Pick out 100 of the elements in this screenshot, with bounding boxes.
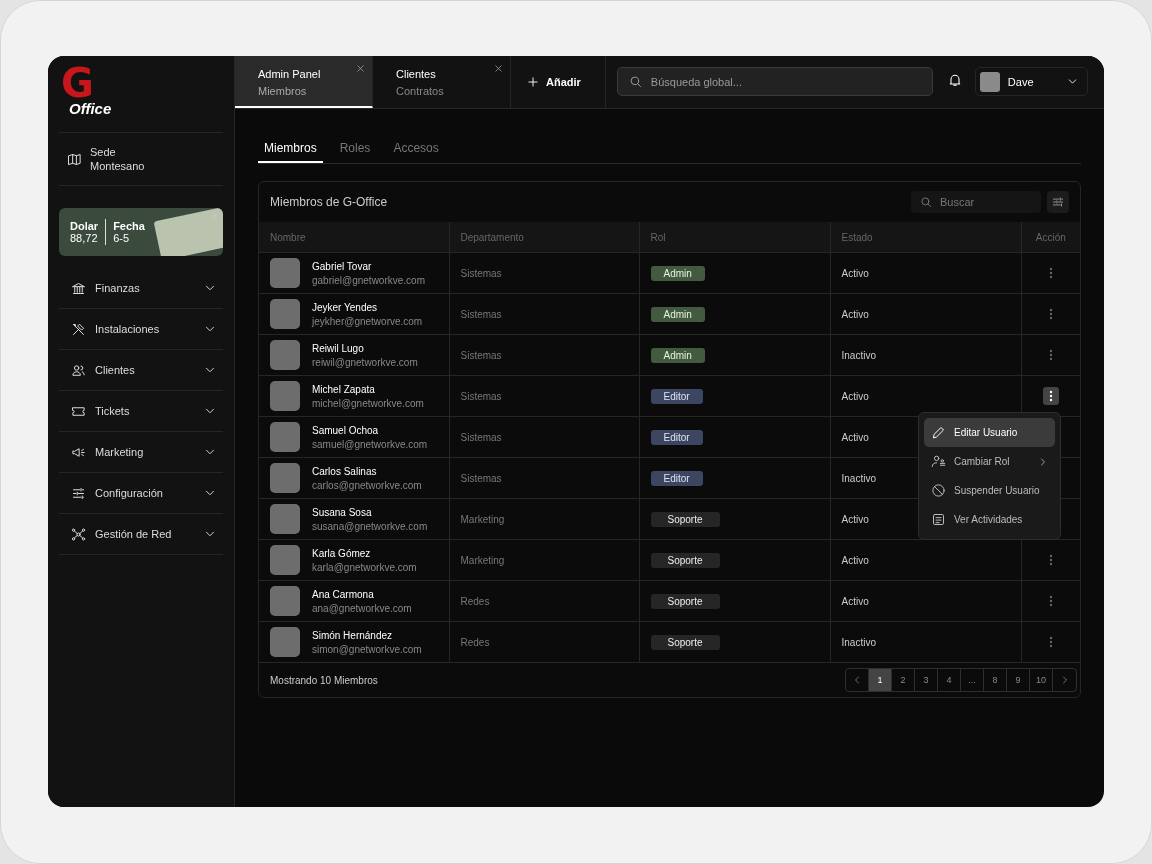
pencil-icon bbox=[931, 425, 946, 440]
user-menu-button[interactable]: Dave bbox=[974, 67, 1088, 96]
table-cell: Marketing bbox=[449, 539, 639, 581]
photo-placeholder bbox=[270, 627, 300, 657]
tab[interactable]: Admin Panel Miembros bbox=[235, 56, 373, 108]
sliders-icon bbox=[71, 485, 86, 501]
tab[interactable]: Clientes Contratos bbox=[373, 56, 511, 108]
member-name: Gabriel Tovar bbox=[312, 259, 373, 274]
more-button[interactable] bbox=[1042, 387, 1059, 405]
page-button[interactable]: 10 bbox=[1030, 669, 1053, 691]
member-email: susana@gnetworkve.com bbox=[312, 519, 428, 534]
map-icon bbox=[67, 151, 82, 167]
network-icon bbox=[71, 526, 86, 542]
table-cell: Sistemas bbox=[449, 416, 639, 458]
photo-placeholder bbox=[270, 340, 300, 370]
user-swap-icon bbox=[931, 454, 946, 469]
banknote-drawing bbox=[153, 208, 223, 256]
page-button[interactable]: 9 bbox=[1007, 669, 1030, 691]
member-name: Jeyker Yendes bbox=[312, 300, 379, 315]
role-badge: Soporte bbox=[650, 552, 720, 568]
column-header: Estado bbox=[830, 222, 1021, 253]
sidebar-item[interactable]: Marketing bbox=[59, 432, 223, 473]
page-button[interactable]: 1 bbox=[869, 669, 892, 691]
menu-item[interactable]: Suspender Usuario bbox=[924, 476, 1055, 505]
member-email: samuel@gnetworkve.com bbox=[312, 437, 428, 452]
avatar-placeholder bbox=[979, 71, 1000, 92]
kebab-icon bbox=[1048, 595, 1053, 607]
close-icon bbox=[355, 63, 366, 74]
sidebar-item[interactable]: Gestión de Red bbox=[59, 514, 223, 555]
search-field[interactable]: Búsqueda global... bbox=[616, 67, 933, 96]
menu-item[interactable]: Cambiar Rol bbox=[924, 447, 1055, 476]
kebab-icon bbox=[1048, 554, 1053, 566]
date-label: Fecha bbox=[113, 220, 145, 232]
logo-letter: G bbox=[61, 66, 94, 100]
member-name: Susana Sosa bbox=[312, 505, 373, 520]
tab[interactable]: Accesos bbox=[387, 135, 445, 163]
photo-placeholder bbox=[270, 258, 300, 288]
search-icon bbox=[919, 195, 933, 209]
tools-icon bbox=[71, 321, 86, 337]
photo-placeholder bbox=[270, 586, 300, 616]
column-header: Acción bbox=[1021, 222, 1080, 253]
role-badge: Soporte bbox=[650, 511, 720, 527]
member-name: Simón Hernández bbox=[312, 628, 394, 643]
kebab-icon bbox=[1048, 308, 1053, 320]
column-header: Nombre bbox=[259, 222, 449, 253]
table-cell: Activo bbox=[830, 539, 1021, 581]
search-field[interactable]: Buscar bbox=[911, 191, 1041, 213]
menu-item[interactable]: Editar Usuario bbox=[924, 418, 1055, 447]
photo-placeholder bbox=[270, 422, 300, 452]
dollar-value: 88,72 bbox=[70, 232, 98, 244]
photo-placeholder bbox=[270, 504, 300, 534]
plus-icon bbox=[526, 75, 540, 89]
exchange-rate-card[interactable]: Dolar 88,72 Fecha 6-5 bbox=[59, 208, 223, 256]
filter-button[interactable] bbox=[1047, 191, 1069, 213]
add-button[interactable]: Añadir bbox=[511, 56, 606, 108]
document-icon bbox=[931, 512, 946, 527]
page-button[interactable]: ... bbox=[961, 669, 984, 691]
sidebar-item[interactable]: Configuración bbox=[59, 473, 223, 514]
table-cell: Sistemas bbox=[449, 293, 639, 335]
table-cell: Inactivo bbox=[830, 621, 1021, 662]
table-title: Miembros de G-Office bbox=[270, 195, 389, 209]
photo-placeholder bbox=[270, 545, 300, 575]
member-email: karla@gnetworkve.com bbox=[312, 560, 417, 575]
logo-wordmark: Office bbox=[69, 100, 112, 117]
page-button[interactable]: 8 bbox=[984, 669, 1007, 691]
table-cell: Redes bbox=[449, 580, 639, 622]
table-cell: Sistemas bbox=[449, 334, 639, 376]
role-badge: Soporte bbox=[650, 593, 720, 609]
tab[interactable]: Miembros bbox=[258, 135, 323, 163]
table-cell: Sistemas bbox=[449, 457, 639, 499]
menu-item[interactable]: Ver Actividades bbox=[924, 505, 1055, 534]
member-email: carlos@gnetworkve.com bbox=[312, 478, 422, 493]
photo-placeholder bbox=[270, 299, 300, 329]
kebab-icon bbox=[1048, 267, 1053, 279]
table-cell: Activo bbox=[830, 293, 1021, 335]
sidebar-item[interactable]: Instalaciones bbox=[59, 309, 223, 350]
page-button[interactable]: 2 bbox=[892, 669, 915, 691]
kebab-icon bbox=[1048, 636, 1053, 648]
kebab-icon bbox=[1048, 390, 1053, 402]
sliders-icon bbox=[1051, 195, 1065, 209]
sidebar-item[interactable]: Clientes bbox=[59, 350, 223, 391]
tab[interactable]: Roles bbox=[333, 135, 377, 163]
role-badge: Admin bbox=[650, 306, 705, 322]
photo-placeholder bbox=[270, 381, 300, 411]
role-badge: Editor bbox=[650, 429, 703, 445]
member-name: Carlos Salinas bbox=[312, 464, 378, 479]
page-button[interactable]: 3 bbox=[915, 669, 938, 691]
table-cell: Redes bbox=[449, 621, 639, 662]
table-cell: Inactivo bbox=[830, 334, 1021, 376]
page-button[interactable]: 4 bbox=[938, 669, 961, 691]
sidebar-item[interactable]: Tickets bbox=[59, 391, 223, 432]
member-email: michel@gnetworkve.com bbox=[312, 396, 424, 411]
table-cell: Sistemas bbox=[449, 375, 639, 417]
role-badge: Admin bbox=[650, 265, 705, 281]
member-name: Michel Zapata bbox=[312, 382, 376, 397]
member-name: Samuel Ochoa bbox=[312, 423, 380, 438]
sidebar-item[interactable]: Finanzas bbox=[59, 268, 223, 309]
date-value: 6-5 bbox=[113, 232, 130, 244]
table-cell: Activo bbox=[830, 252, 1021, 294]
column-header: Rol bbox=[639, 222, 830, 253]
